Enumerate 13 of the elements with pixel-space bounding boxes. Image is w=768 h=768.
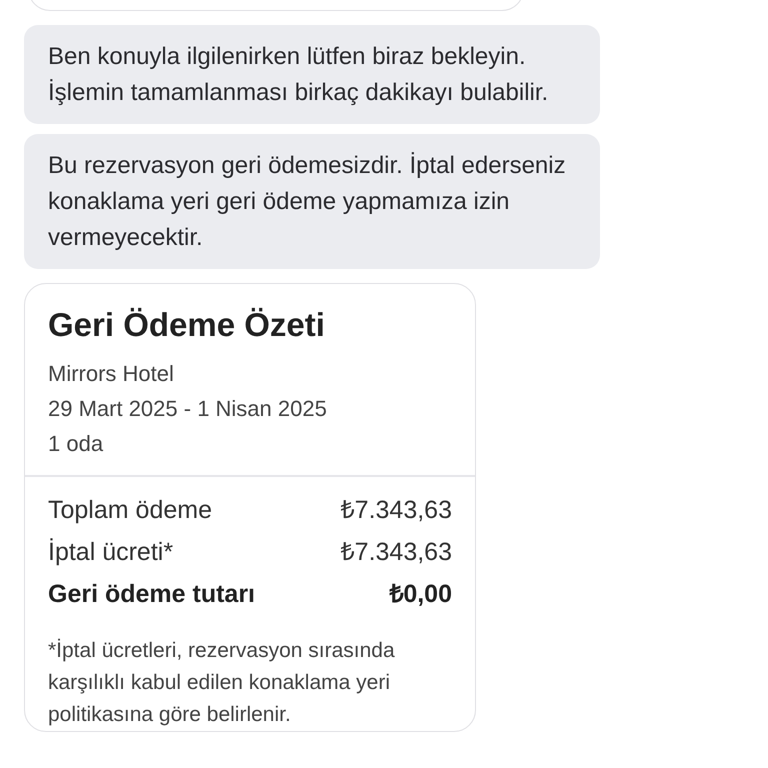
footnote: *İptal ücretleri, rezervasyon sırasında karşılıklı kabul edilen konaklama yeri politikasına göre belirlenir. [47, 638, 396, 728]
amount-value: ₺7.343,63 [340, 495, 452, 526]
chat-message: Bu rezervasyon geri ödemesizdir. İptal ederseniz konaklama yeri geri ödeme yapmamıza izin vermeyecektir. [24, 134, 600, 269]
amount-label: İptal ücreti* [48, 537, 174, 568]
amount-label: Geri ödeme tutarı [48, 579, 255, 610]
booking-detail: 1 oda [48, 430, 104, 458]
amount-label: Toplam ödeme [48, 495, 212, 526]
amount-value: ₺0,00 [389, 579, 452, 610]
booking-detail: 29 Mart 2025 - 1 Nisan 2025 [48, 395, 328, 423]
chat-message: Ben konuyla ilgilenirken lütfen biraz bekleyin. İşlemin tamamlanması birkaç dakikayı bulabilir. [24, 25, 600, 124]
summary-title: Geri Ödeme Özeti [48, 306, 326, 344]
amount-value: ₺7.343,63 [340, 537, 452, 568]
booking-detail: Mirrors Hotel [48, 360, 175, 388]
